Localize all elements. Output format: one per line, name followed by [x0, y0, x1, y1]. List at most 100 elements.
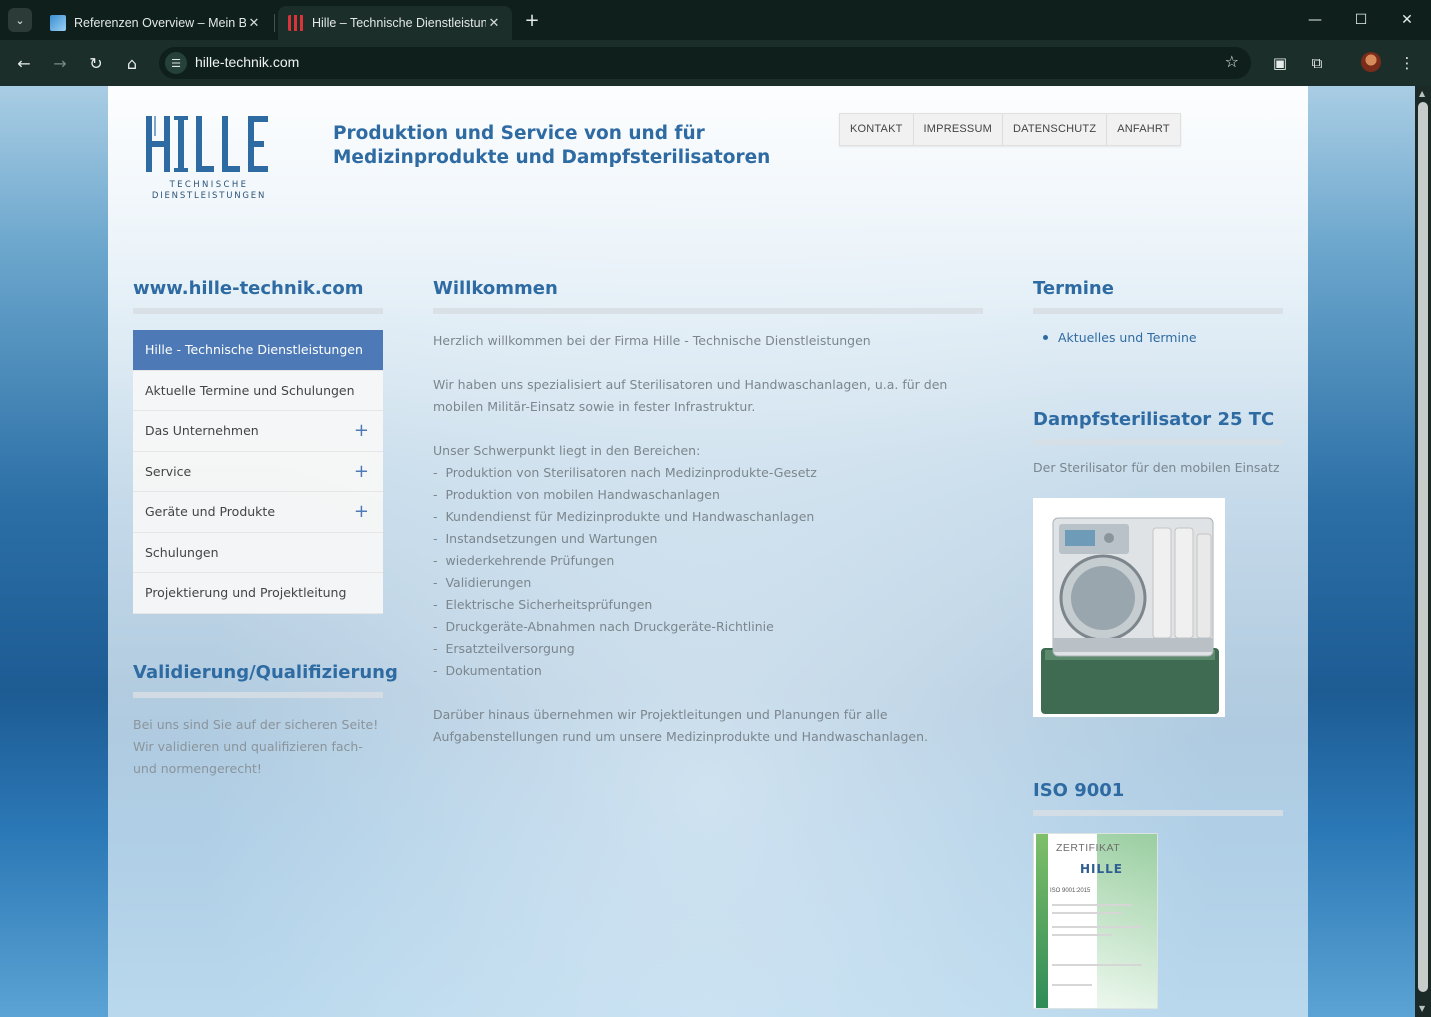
nav-impressum[interactable]: IMPRESSUM	[914, 114, 1003, 145]
sidebar-item-projektierung[interactable]: Projektierung und Projektleitung	[133, 573, 383, 614]
certificate-line	[1052, 904, 1132, 906]
scroll-down-icon[interactable]: ▼	[1419, 1005, 1427, 1013]
minimize-icon[interactable]: —	[1292, 6, 1338, 34]
site-info-icon[interactable]: ☰	[165, 52, 187, 74]
home-icon[interactable]: ⌂	[118, 49, 146, 77]
browser-tabbar: ⌄ Referenzen Overview – Mein Bl ✕ Hille …	[0, 0, 1431, 40]
sterilizer-image[interactable]	[1033, 498, 1225, 717]
top-navigation: KONTAKT IMPRESSUM DATENSCHUTZ ANFAHRT	[839, 113, 1181, 146]
new-tab-plus-icon[interactable]: +	[520, 8, 544, 32]
sidebar-item-label: Geräte und Produkte	[145, 504, 276, 519]
referenzen-favicon	[50, 15, 66, 31]
left-heading: www.hille-technik.com	[133, 278, 364, 299]
list-item: - Dokumentation	[433, 663, 542, 678]
logo-subtitle: TECHNISCHE	[169, 180, 249, 190]
reload-icon[interactable]: ↻	[82, 49, 110, 77]
tab-search-chevron-icon[interactable]: ⌄	[8, 8, 32, 32]
expand-plus-icon[interactable]: +	[354, 452, 369, 492]
nav-kontakt[interactable]: KONTAKT	[840, 114, 914, 145]
certificate-wave	[1097, 834, 1157, 1008]
hille-logo[interactable]: TECHNISCHE DIENSTLEISTUNGEN	[144, 114, 274, 202]
tab-referenzen[interactable]: Referenzen Overview – Mein Bl ✕	[40, 6, 272, 40]
window-close-icon[interactable]: ✕	[1384, 6, 1430, 34]
site-tagline: Produktion und Service von und für Mediz…	[333, 122, 793, 170]
back-arrow-icon[interactable]: ←	[10, 49, 38, 77]
scroll-up-icon[interactable]: ▲	[1419, 90, 1427, 98]
maximize-icon[interactable]: ☐	[1338, 6, 1384, 34]
sidebar-item-service[interactable]: Service +	[133, 451, 383, 492]
extensions-icon[interactable]: ⧉	[1303, 49, 1331, 77]
tab-title: Referenzen Overview – Mein Bl	[74, 16, 246, 30]
iso-heading-rule	[1033, 810, 1283, 816]
list-item: - Produktion von Sterilisatoren nach Med…	[433, 465, 817, 480]
tab-close-icon[interactable]: ✕	[486, 15, 502, 31]
tab-divider	[274, 14, 275, 32]
media-router-icon[interactable]: ▣	[1266, 49, 1294, 77]
bullet-icon	[1043, 335, 1048, 340]
tab-close-icon[interactable]: ✕	[246, 15, 262, 31]
main-heading: Willkommen	[433, 278, 558, 299]
scroll-thumb[interactable]	[1418, 102, 1428, 992]
list-intro: Unser Schwerpunkt liegt in den Bereichen…	[433, 443, 701, 458]
tab-title: Hille – Technische Dienstleistung	[312, 16, 486, 30]
certificate-line	[1052, 964, 1142, 966]
sidebar-item-label: Projektierung und Projektleitung	[145, 585, 347, 600]
expand-plus-icon[interactable]: +	[354, 492, 369, 532]
page-viewport: TECHNISCHE DIENSTLEISTUNGEN Produktion u…	[0, 86, 1415, 1017]
iso-certificate-image[interactable]: ZERTIFIKAT HILLE ISO 9001:2015	[1033, 833, 1158, 1009]
nav-anfahrt[interactable]: ANFAHRT	[1107, 114, 1180, 145]
validierung-text: Bei uns sind Sie auf der sicheren Seite!…	[133, 717, 379, 776]
tagline-line: Produktion und Service von und für	[333, 123, 705, 144]
sidebar-item-unternehmen[interactable]: Das Unternehmen +	[133, 411, 383, 452]
iso-heading: ISO 9001	[1033, 780, 1125, 801]
sidebar-item-label: Aktuelle Termine und Schulungen	[145, 382, 355, 398]
list-item: - Validierungen	[433, 575, 532, 590]
main-heading-rule	[433, 308, 983, 314]
profile-avatar[interactable]	[1361, 52, 1381, 72]
spezialisierung-paragraph: Wir haben uns spezialisiert auf Sterilis…	[433, 377, 948, 414]
hille-favicon	[288, 15, 304, 31]
termine-heading: Termine	[1033, 278, 1114, 299]
steril-text: Der Sterilisator für den mobilen Einsatz	[1033, 460, 1280, 475]
list-item: - Ersatzteilversorgung	[433, 641, 575, 656]
intro-paragraph: Herzlich willkommen bei der Firma Hille …	[433, 333, 871, 348]
page-scrollbar[interactable]: ▲ ▼	[1415, 86, 1431, 1017]
expand-plus-icon[interactable]: +	[354, 411, 369, 451]
certificate-line	[1052, 926, 1142, 928]
browser-toolbar: ← → ↻ ⌂ ☰ hille-technik.com ☆ ▣ ⧉ ⋮	[0, 40, 1431, 86]
steril-heading: Dampfsterilisator 25 TC	[1033, 409, 1275, 430]
steril-heading-rule	[1033, 439, 1283, 445]
kebab-menu-icon[interactable]: ⋮	[1393, 49, 1421, 77]
logo-subtitle: DIENSTLEISTUNGEN	[151, 191, 267, 201]
outro-paragraph: Darüber hinaus übernehmen wir Projektlei…	[433, 707, 929, 744]
address-bar[interactable]: ☰ hille-technik.com ☆	[159, 47, 1251, 79]
certificate-iso-label: ISO 9001:2015	[1050, 888, 1091, 894]
sidebar-item-label: Hille - Technische Dienstleistungen	[145, 342, 363, 357]
certificate-line	[1052, 934, 1112, 936]
list-item: - wiederkehrende Prüfungen	[433, 553, 615, 568]
certificate-title: ZERTIFIKAT	[1056, 842, 1121, 854]
list-item: - Instandsetzungen und Wartungen	[433, 531, 658, 546]
certificate-line	[1052, 984, 1092, 986]
termine-list: Aktuelles und Termine	[1033, 330, 1283, 345]
bookmark-star-icon[interactable]: ☆	[1225, 52, 1239, 71]
sidebar-item-termine[interactable]: Aktuelle Termine und Schulungen	[133, 370, 383, 411]
sidebar-menu: Hille - Technische Dienstleistungen Aktu…	[133, 330, 383, 614]
page-container: TECHNISCHE DIENSTLEISTUNGEN Produktion u…	[108, 86, 1308, 1017]
termine-link[interactable]: Aktuelles und Termine	[1058, 330, 1197, 345]
sidebar-item-geraete[interactable]: Geräte und Produkte +	[133, 492, 383, 533]
url-text[interactable]: hille-technik.com	[195, 54, 299, 70]
list-item: - Druckgeräte-Abnahmen nach Druckgeräte-…	[433, 619, 774, 634]
main-content: Herzlich willkommen bei der Firma Hille …	[433, 330, 993, 770]
sidebar-item-schulungen[interactable]: Schulungen	[133, 532, 383, 573]
list-item: - Kundendienst für Medizinprodukte und H…	[433, 509, 815, 524]
tab-hille[interactable]: Hille – Technische Dienstleistung ✕	[278, 6, 512, 40]
tagline-line: Medizinprodukte und Dampfsterilisatoren	[333, 147, 771, 168]
hille-logo-mark	[146, 116, 268, 172]
nav-datenschutz[interactable]: DATENSCHUTZ	[1003, 114, 1108, 145]
sidebar-item-hille[interactable]: Hille - Technische Dienstleistungen	[133, 330, 383, 371]
termine-heading-rule	[1033, 308, 1283, 314]
sidebar-item-label: Service	[145, 463, 192, 479]
forward-arrow-icon[interactable]: →	[46, 49, 74, 77]
validierung-heading-rule	[133, 692, 383, 698]
